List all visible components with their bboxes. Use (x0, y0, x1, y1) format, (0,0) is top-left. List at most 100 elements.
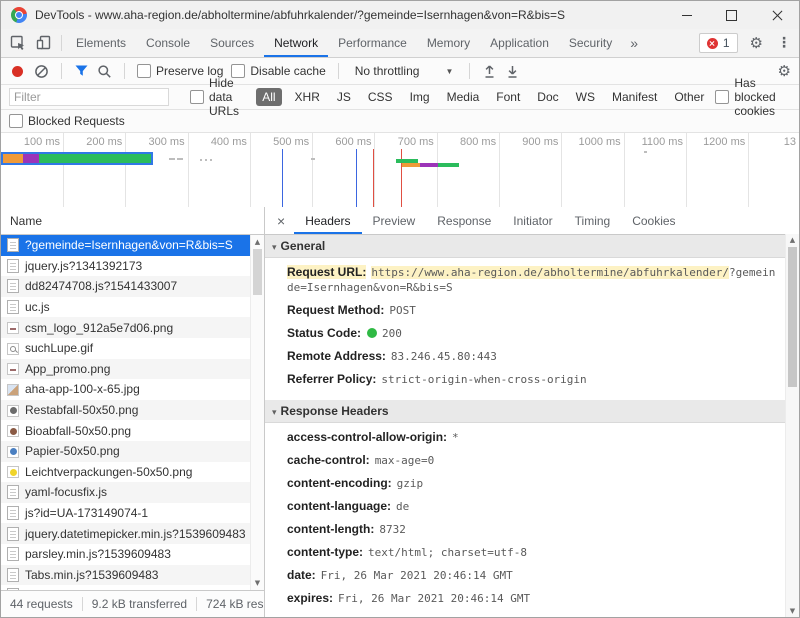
request-row[interactable]: dd82474708.js?1541433007 (1, 276, 264, 297)
header-name: date: (287, 568, 316, 582)
clear-button[interactable] (34, 64, 49, 79)
details-scrollbar[interactable]: ▲ ▼ (785, 234, 799, 617)
request-list-scrollbar[interactable]: ▲▼ (250, 235, 264, 590)
request-row[interactable]: Papier-50x50.png (1, 441, 264, 462)
chrome-icon (11, 7, 27, 23)
details-tab-headers[interactable]: Headers (294, 208, 361, 234)
request-row[interactable]: jquery.datetimepicker.min.js?1539609483 (1, 523, 264, 544)
request-row[interactable]: Formular.min.js?1539609483 (1, 585, 264, 590)
minimize-button[interactable] (664, 1, 709, 29)
request-row[interactable]: csm_logo_912a5e7d06.png (1, 317, 264, 338)
response-headers-section-header[interactable]: ▾Response Headers (265, 400, 786, 423)
header-name: expires: (287, 591, 333, 605)
request-row[interactable]: Bioabfall-50x50.png (1, 420, 264, 441)
export-har-button[interactable] (505, 64, 520, 79)
request-row[interactable]: ?gemeinde=Isernhagen&von=R&bis=S (1, 235, 264, 256)
details-tab-timing[interactable]: Timing (564, 208, 622, 234)
throttling-value: No throttling (355, 64, 420, 78)
filter-type-js[interactable]: JS (333, 89, 355, 105)
import-har-button[interactable] (482, 64, 497, 79)
filter-type-other[interactable]: Other (670, 89, 708, 105)
request-row[interactable]: Leichtverpackungen-50x50.png (1, 462, 264, 483)
scrollbar-thumb[interactable] (253, 249, 262, 295)
disable-cache-label: Disable cache (250, 64, 325, 78)
scroll-up-icon[interactable]: ▲ (251, 238, 264, 246)
tab-console[interactable]: Console (136, 29, 200, 57)
hide-data-urls-checkbox[interactable]: Hide data URLs (190, 76, 249, 118)
tab-application[interactable]: Application (480, 29, 559, 57)
waterfall-bar[interactable] (402, 163, 459, 167)
request-row[interactable]: Tabs.min.js?1539609483 (1, 565, 264, 586)
timeline-tick: 400 ms (189, 133, 251, 207)
name-column-label: Name (10, 214, 42, 228)
header-value: 200 (382, 327, 402, 340)
request-row[interactable]: yaml-focusfix.js (1, 482, 264, 503)
scroll-down-icon[interactable]: ▼ (786, 607, 799, 615)
request-row[interactable]: js?id=UA-173149074-1 (1, 503, 264, 524)
tab-network[interactable]: Network (264, 29, 328, 57)
blocked-requests-checkbox[interactable]: Blocked Requests (9, 114, 125, 128)
search-button[interactable] (97, 64, 112, 79)
tab-sources[interactable]: Sources (200, 29, 264, 57)
export-arrow-icon (505, 64, 520, 79)
device-toolbar-button[interactable] (31, 30, 57, 56)
filter-type-media[interactable]: Media (443, 89, 484, 105)
header-value: POST (389, 304, 416, 317)
close-details-button[interactable]: × (265, 213, 294, 229)
scroll-up-icon[interactable]: ▲ (786, 236, 799, 244)
script-file-icon (7, 506, 19, 520)
scrollbar-thumb[interactable] (788, 247, 797, 387)
more-tabs-button[interactable]: » (622, 35, 646, 51)
general-section-header[interactable]: ▾General (265, 235, 786, 258)
maximize-button[interactable] (709, 1, 754, 29)
close-button[interactable] (754, 1, 799, 29)
settings-gear-button[interactable]: ⚙ (750, 36, 763, 51)
waterfall-bar[interactable] (3, 154, 151, 163)
triangle-down-icon: ▾ (272, 402, 277, 424)
status-item: 44 requests (1, 597, 82, 611)
filter-type-all[interactable]: All (256, 88, 281, 106)
details-tab-response[interactable]: Response (426, 208, 502, 234)
tab-memory[interactable]: Memory (417, 29, 480, 57)
timeline-overview[interactable]: 100 ms200 ms300 ms400 ms500 ms600 ms700 … (1, 133, 799, 208)
filter-type-css[interactable]: CSS (364, 89, 397, 105)
filter-type-ws[interactable]: WS (572, 89, 599, 105)
request-row[interactable]: App_promo.png (1, 359, 264, 380)
details-tab-initiator[interactable]: Initiator (502, 208, 563, 234)
has-blocked-cookies-checkbox[interactable]: Has blocked cookies (715, 76, 789, 118)
request-row[interactable]: uc.js (1, 297, 264, 318)
timeline-ruler: 100 ms200 ms300 ms400 ms500 ms600 ms700 … (1, 133, 799, 207)
request-row[interactable]: Restabfall-50x50.png (1, 400, 264, 421)
inspect-element-button[interactable] (5, 30, 31, 56)
requests-pane: Name ?gemeinde=Isernhagen&von=R&bis=Sjqu… (1, 207, 265, 617)
request-row[interactable]: jquery.js?1341392173 (1, 256, 264, 277)
error-badge[interactable]: 1 (699, 33, 738, 53)
tab-security[interactable]: Security (559, 29, 622, 57)
minimize-icon (682, 15, 692, 16)
name-column-header[interactable]: Name (1, 207, 264, 235)
tab-performance[interactable]: Performance (328, 29, 417, 57)
network-filter-row: Hide data URLs AllXHRJSCSSImgMediaFontDo… (1, 85, 799, 110)
filter-type-xhr[interactable]: XHR (291, 89, 324, 105)
devtools-tabs: ElementsConsoleSourcesNetworkPerformance… (66, 29, 622, 57)
request-row[interactable]: aha-app-100-x-65.jpg (1, 379, 264, 400)
filter-type-font[interactable]: Font (492, 89, 524, 105)
record-button[interactable] (12, 66, 23, 77)
timeline-tick: 1200 ms (687, 133, 749, 207)
filter-toggle-button[interactable] (74, 64, 89, 78)
header-value: 83.246.45.80:443 (391, 350, 497, 363)
timeline-tick: 900 ms (500, 133, 562, 207)
tab-elements[interactable]: Elements (66, 29, 136, 57)
filter-type-doc[interactable]: Doc (533, 89, 562, 105)
kebab-menu-button[interactable]: ⋮ (775, 35, 793, 51)
filter-input[interactable] (9, 88, 169, 106)
headers-content: ▾GeneralRequest URL:https://www.aha-regi… (265, 235, 799, 617)
throttling-select[interactable]: No throttling ▼ (351, 64, 458, 78)
details-tab-cookies[interactable]: Cookies (621, 208, 686, 234)
filter-type-manifest[interactable]: Manifest (608, 89, 661, 105)
filter-type-img[interactable]: Img (406, 89, 434, 105)
scroll-down-icon[interactable]: ▼ (251, 579, 264, 587)
request-row[interactable]: suchLupe.gif (1, 338, 264, 359)
request-row[interactable]: parsley.min.js?1539609483 (1, 544, 264, 565)
details-tab-preview[interactable]: Preview (362, 208, 427, 234)
